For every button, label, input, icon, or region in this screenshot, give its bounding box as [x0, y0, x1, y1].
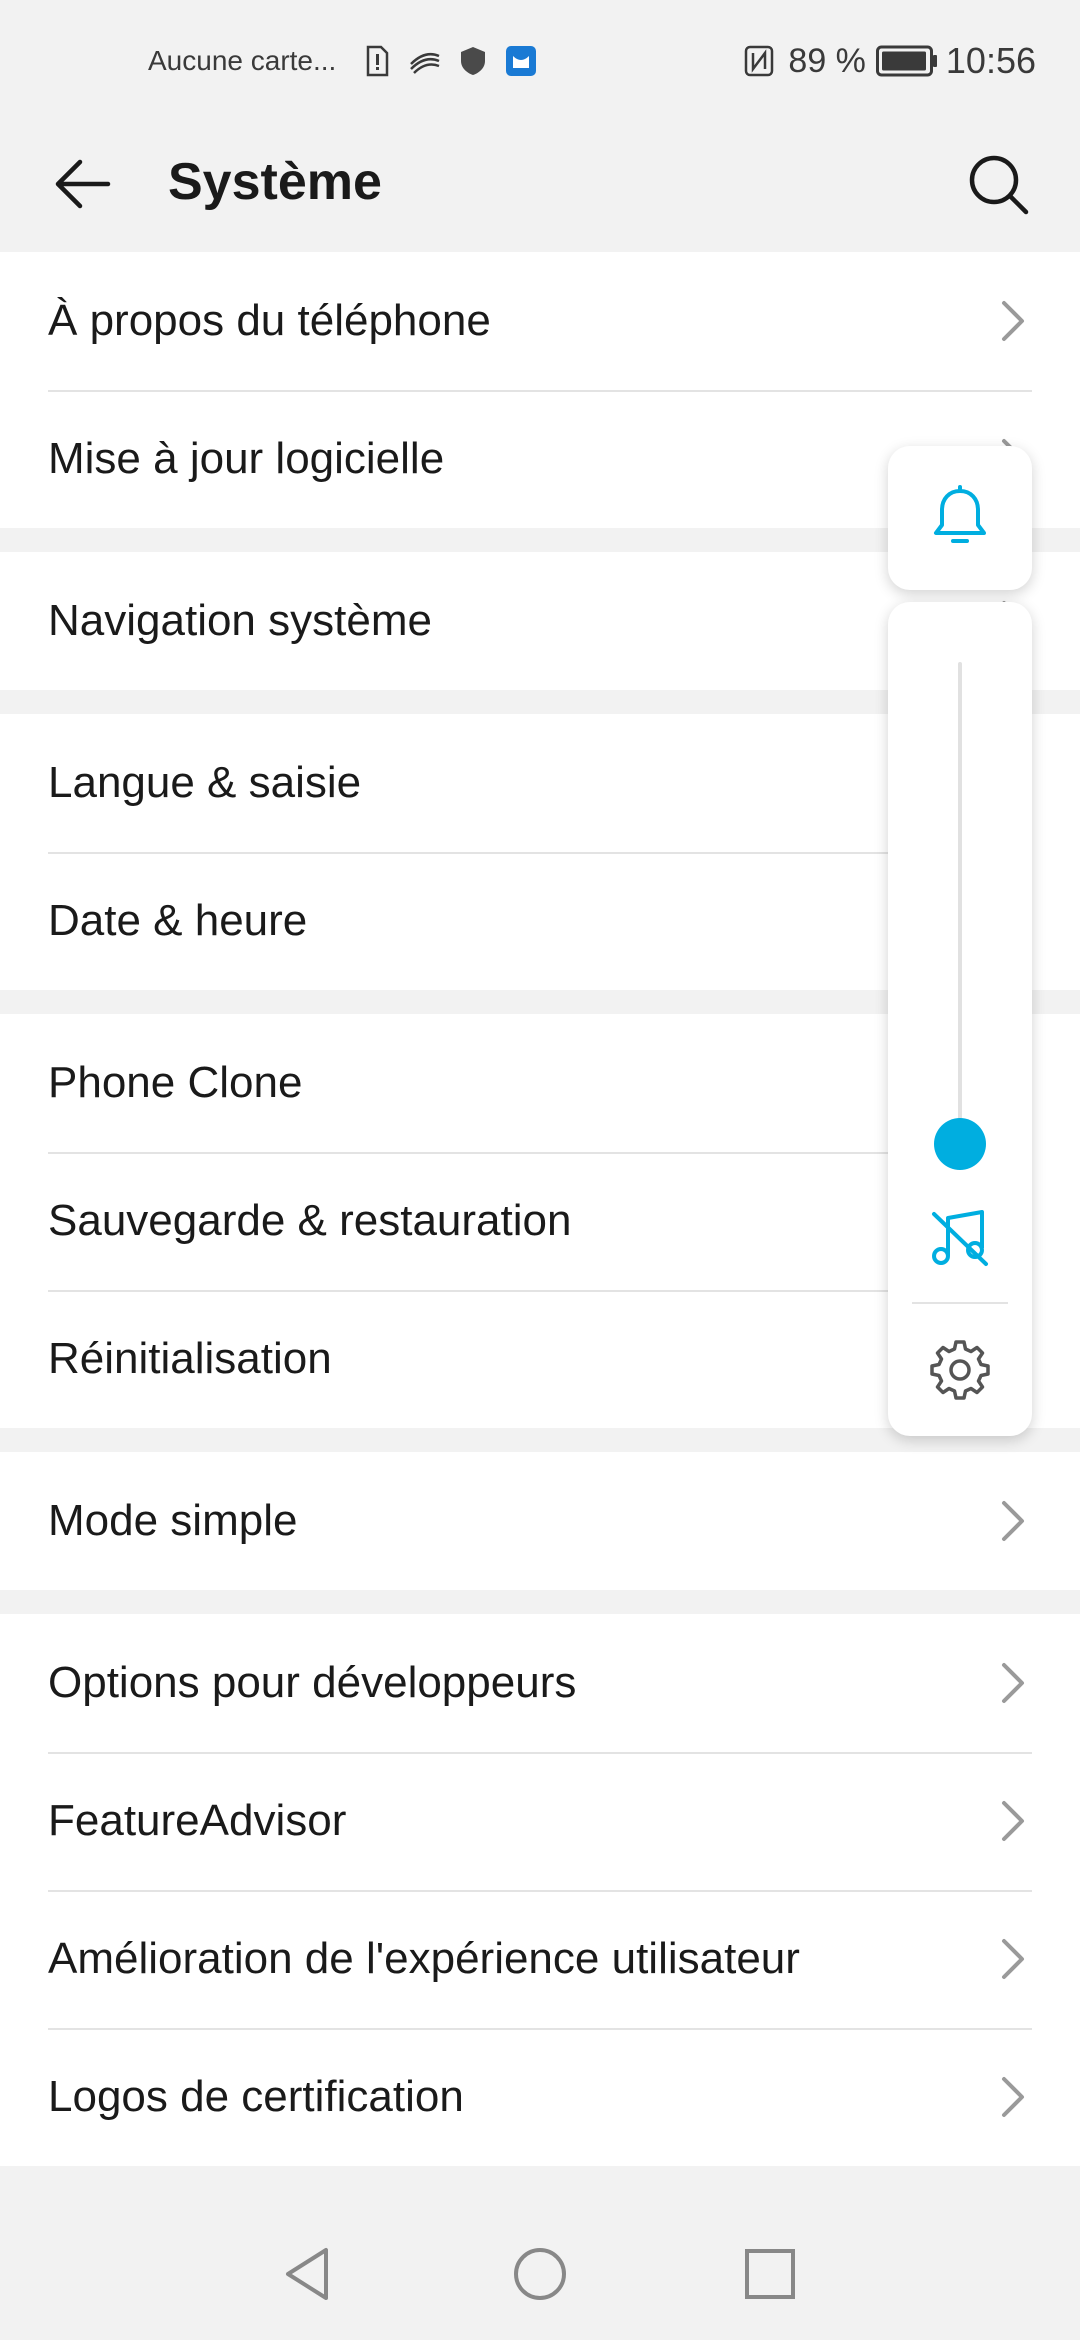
shield-icon	[461, 47, 486, 75]
chevron-right-icon	[996, 1661, 1030, 1705]
settings-row-label: Amélioration de l'expérience utilisateur	[48, 1934, 800, 1983]
sim-alert-icon	[367, 45, 389, 77]
app-notification-icon	[506, 46, 537, 76]
settings-row-label: Mode simple	[48, 1496, 298, 1545]
chevron-right-icon	[996, 1499, 1030, 1543]
carrier-text: Aucune carte...	[148, 45, 337, 76]
settings-group: Options pour développeurs FeatureAdvisor A…	[0, 1614, 1080, 2166]
settings-row-label: Date & heure	[48, 896, 308, 945]
settings-row-label: Réinitialisation	[48, 1334, 332, 1383]
settings-row-label: FeatureAdvisor	[48, 1796, 347, 1845]
chevron-right-icon	[996, 299, 1030, 343]
system-nav-bar	[0, 2200, 1080, 2340]
nav-home-icon[interactable]	[510, 2244, 570, 2304]
settings-row-label: Navigation système	[48, 596, 432, 645]
nfc-icon	[745, 45, 774, 77]
volume-slider-track[interactable]	[958, 662, 962, 1142]
settings-row[interactable]: Mode simple	[0, 1452, 1080, 1590]
settings-row[interactable]: Amélioration de l'expérience utilisateur	[0, 1890, 1080, 2028]
battery-icon	[875, 45, 937, 77]
bell-icon	[934, 485, 986, 543]
gear-icon[interactable]	[928, 1338, 992, 1402]
clock: 10:56	[945, 40, 1036, 81]
app-bar: Système	[0, 134, 1080, 252]
chevron-right-icon	[996, 2075, 1030, 2119]
volume-panel	[888, 602, 1032, 1436]
page-title: Système	[168, 153, 382, 211]
settings-row[interactable]: FeatureAdvisor	[0, 1752, 1080, 1890]
chevron-right-icon	[996, 1799, 1030, 1843]
battery-percent: 89 %	[788, 41, 866, 80]
status-bar: Aucune carte... 89 % 10:56	[0, 0, 1080, 134]
divider	[912, 1302, 1008, 1304]
settings-row[interactable]: Options pour développeurs	[0, 1614, 1080, 1752]
back-arrow-icon[interactable]	[50, 152, 114, 216]
nav-recents-icon[interactable]	[740, 2244, 800, 2304]
settings-row-label: Sauvegarde & restauration	[48, 1196, 572, 1245]
search-icon[interactable]	[964, 150, 1032, 218]
settings-row-label: Options pour développeurs	[48, 1658, 577, 1707]
music-mute-icon[interactable]	[928, 1206, 992, 1270]
nav-back-icon[interactable]	[280, 2244, 340, 2304]
chevron-right-icon	[996, 1937, 1030, 1981]
settings-group: Mode simple	[0, 1452, 1080, 1590]
swiftkey-icon	[410, 53, 440, 74]
settings-row[interactable]: Logos de certification	[0, 2028, 1080, 2166]
settings-row-label: À propos du téléphone	[48, 296, 491, 345]
settings-row-label: Logos de certification	[48, 2072, 464, 2121]
settings-row[interactable]: À propos du téléphone	[0, 252, 1080, 390]
ringer-mode-button[interactable]	[888, 446, 1032, 590]
settings-row-label: Mise à jour logicielle	[48, 434, 445, 483]
settings-row-label: Phone Clone	[48, 1058, 303, 1107]
settings-row-label: Langue & saisie	[48, 758, 362, 807]
volume-slider-thumb[interactable]	[934, 1118, 986, 1170]
